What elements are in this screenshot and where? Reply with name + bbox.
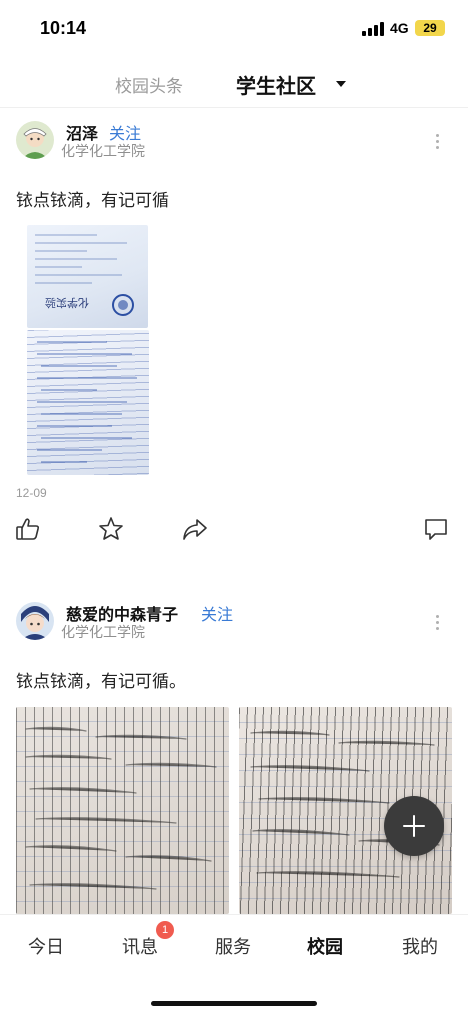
tab-campus-news[interactable]: 校园头条 xyxy=(115,72,183,97)
status-time: 10:14 xyxy=(40,18,87,38)
notebook-photo[interactable] xyxy=(16,707,229,914)
avatar[interactable] xyxy=(16,121,54,159)
more-options-icon[interactable] xyxy=(434,134,440,152)
home-indicator[interactable] xyxy=(151,1001,317,1006)
nav-item-campus[interactable]: 校园 xyxy=(307,933,343,959)
post-date: 12-09 xyxy=(16,486,47,500)
signal-icon xyxy=(362,22,384,36)
battery-icon: 29 xyxy=(415,20,445,36)
author-college: 化学化工学院 xyxy=(61,625,145,641)
bottom-nav: 今日 讯息 1 服务 校园 我的 xyxy=(0,914,468,1014)
unread-badge: 1 xyxy=(156,921,174,939)
plus-icon[interactable] xyxy=(384,796,444,856)
avatar[interactable] xyxy=(16,602,54,640)
post-card[interactable]: 沼泽 关注 化学化工学院 铱点铱滴，有记可循 化学实验 12-09 xyxy=(0,108,468,568)
thumbs-up-icon[interactable] xyxy=(15,516,41,542)
status-bar: 10:14 4G 29 xyxy=(0,0,468,56)
top-tabs: 校园头条 学生社区 xyxy=(0,62,468,108)
nav-item-messages[interactable]: 讯息 xyxy=(122,933,158,959)
chemistry-notes-photo[interactable]: 化学实验 xyxy=(27,225,148,328)
follow-button[interactable]: 关注 xyxy=(201,601,233,625)
star-icon[interactable] xyxy=(98,516,124,542)
author-college: 化学化工学院 xyxy=(61,144,145,160)
tab-student-community[interactable]: 学生社区 xyxy=(236,70,316,99)
comment-icon[interactable] xyxy=(423,516,449,542)
post-text: 铱点铱滴，有记可循 xyxy=(16,191,169,211)
post-text: 铱点铱滴，有记可循。 xyxy=(16,672,186,692)
caret-down-icon[interactable] xyxy=(336,81,346,87)
nav-item-today[interactable]: 今日 xyxy=(28,933,64,959)
more-options-icon[interactable] xyxy=(434,615,440,633)
nav-item-me[interactable]: 我的 xyxy=(402,933,438,959)
network-label: 4G xyxy=(390,20,409,36)
nav-item-services[interactable]: 服务 xyxy=(215,933,251,959)
share-icon[interactable] xyxy=(182,516,208,542)
post-card[interactable]: 慈爱的中森青子 关注 化学化工学院 铱点铱滴，有记可循。 xyxy=(0,588,468,914)
svg-text:化学实验: 化学实验 xyxy=(45,296,89,310)
chemistry-notes-photo[interactable] xyxy=(27,330,149,475)
